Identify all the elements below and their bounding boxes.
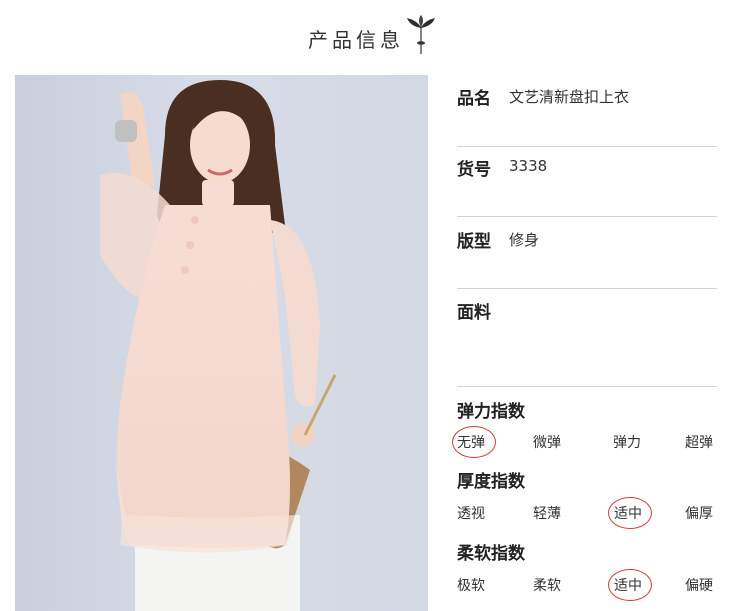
softness-label: 柔软指数 (457, 544, 525, 564)
model-illustration (100, 80, 337, 611)
thickness-option: 适中 (614, 506, 642, 522)
name-label: 品名 (457, 89, 491, 109)
thickness-option: 轻薄 (533, 506, 561, 522)
thickness-option: 偏厚 (685, 506, 713, 522)
fit-value: 修身 (509, 231, 540, 249)
divider (457, 288, 717, 289)
fabric-label: 面料 (457, 303, 491, 323)
product-info-panel: 品名 文艺清新盘扣上衣 货号 3338 版型 修身 面料 弹力指数 无弹 微弹 … (452, 0, 717, 611)
section-title-text: 产品信息 (308, 28, 404, 52)
elasticity-option: 微弹 (533, 435, 561, 451)
softness-option: 柔软 (533, 578, 561, 594)
sku-label: 货号 (457, 160, 491, 180)
softness-option: 适中 (614, 578, 642, 594)
lotus-icon (407, 15, 435, 54)
sku-value: 3338 (509, 157, 548, 175)
divider (457, 216, 717, 217)
elasticity-option: 弹力 (613, 435, 641, 451)
elasticity-label: 弹力指数 (457, 402, 525, 422)
name-value: 文艺清新盘扣上衣 (509, 88, 630, 106)
softness-option: 极软 (457, 578, 485, 594)
elasticity-option: 超弹 (685, 435, 713, 451)
product-photo (15, 75, 428, 611)
divider (457, 386, 717, 387)
fit-label: 版型 (457, 232, 491, 252)
elasticity-option: 无弹 (457, 435, 485, 451)
thickness-label: 厚度指数 (457, 472, 525, 492)
thickness-option: 透视 (457, 506, 485, 522)
softness-option: 偏硬 (685, 578, 713, 594)
divider (457, 146, 717, 147)
